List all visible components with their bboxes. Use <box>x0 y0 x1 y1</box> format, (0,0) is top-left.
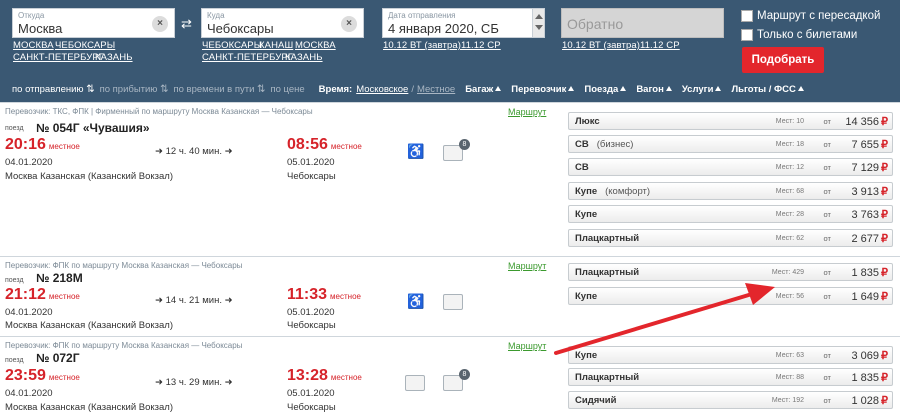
train-search-page: Откуда Москва × ⇄ Куда Чебоксары × Дата … <box>0 0 900 419</box>
annotation-arrow-icon <box>554 283 775 355</box>
